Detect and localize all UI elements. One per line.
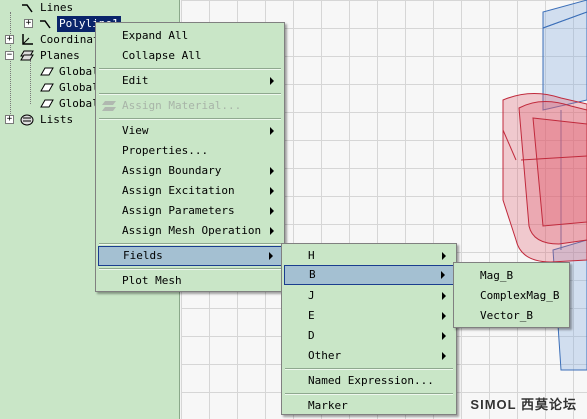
menu-item-label: Marker [308, 399, 348, 412]
tree-node-label: Planes [40, 49, 80, 62]
menu-item-b[interactable]: B [284, 265, 454, 285]
menu-separator [285, 393, 453, 395]
menu-item-other[interactable]: Other [284, 346, 454, 366]
menu-item-d[interactable]: D [284, 326, 454, 346]
line-icon [20, 1, 34, 14]
menu-item-label: Assign Parameters [122, 204, 235, 217]
tree-node-label: Global [59, 97, 99, 110]
tree-node-label: Global [59, 65, 99, 78]
menu-item-label: ComplexMag_B [480, 289, 560, 302]
menu-item-label: Fields [123, 249, 163, 262]
submenu-arrow-icon [269, 252, 273, 260]
menu-separator [99, 268, 281, 270]
menu-item-named-expression[interactable]: Named Expression... [284, 371, 454, 391]
red-coil-object[interactable] [502, 93, 587, 263]
menu-item-label: D [308, 329, 315, 342]
expand-toggle[interactable]: + [5, 115, 14, 124]
submenu-arrow-icon [270, 207, 274, 215]
submenu-arrow-icon [442, 352, 446, 360]
context-menu: Expand All Collapse All Edit Assign Mate… [95, 22, 285, 292]
expand-toggle[interactable]: + [24, 19, 33, 28]
tree-node-label: Lists [40, 113, 74, 126]
menu-item-mag-b[interactable]: Mag_B [456, 266, 567, 286]
menu-item-label: Other [308, 349, 342, 362]
menu-item-label: Properties... [122, 144, 209, 157]
menu-item-assign-excitation[interactable]: Assign Excitation [98, 181, 282, 201]
menu-item-label: Assign Material... [122, 99, 242, 112]
menu-item-vector-b[interactable]: Vector_B [456, 306, 567, 326]
menu-item-label: Collapse All [122, 49, 202, 62]
menu-item-marker[interactable]: Marker [284, 396, 454, 416]
tree-node-label: Lines [40, 1, 74, 14]
menu-item-edit[interactable]: Edit [98, 71, 282, 91]
menu-separator [99, 68, 281, 70]
material-icon [101, 99, 117, 113]
submenu-arrow-icon [270, 187, 274, 195]
menu-item-assign-boundary[interactable]: Assign Boundary [98, 161, 282, 181]
menu-item-assign-mesh-operation[interactable]: Assign Mesh Operation [98, 221, 282, 241]
menu-separator [285, 368, 453, 370]
tree-node-lines[interactable]: Lines [0, 0, 179, 16]
axis-icon [20, 33, 34, 46]
menu-separator [99, 93, 281, 95]
menu-item-label: Edit [122, 74, 149, 87]
submenu-arrow-icon [442, 332, 446, 340]
menu-item-e[interactable]: E [284, 306, 454, 326]
submenu-arrow-icon [270, 227, 274, 235]
menu-item-label: Assign Excitation [122, 184, 235, 197]
submenu-arrow-icon [442, 312, 446, 320]
planes-icon [20, 49, 34, 62]
menu-item-label: View [122, 124, 149, 137]
menu-item-label: J [308, 289, 315, 302]
expand-toggle[interactable]: + [5, 35, 14, 44]
plane-icon [40, 97, 54, 110]
polyline-icon [38, 17, 52, 30]
menu-item-label: Vector_B [480, 309, 533, 322]
tree-node-label: Global [59, 81, 99, 94]
fields-submenu: H B J E D Other Named Expression... Mark… [281, 243, 457, 415]
submenu-arrow-icon [442, 292, 446, 300]
menu-item-h[interactable]: H [284, 246, 454, 266]
menu-item-j[interactable]: J [284, 286, 454, 306]
watermark-cn: 西莫论坛 [520, 397, 577, 412]
menu-item-assign-parameters[interactable]: Assign Parameters [98, 201, 282, 221]
menu-item-properties[interactable]: Properties... [98, 141, 282, 161]
collapse-toggle[interactable]: − [5, 51, 14, 60]
menu-item-label: Assign Boundary [122, 164, 222, 177]
submenu-arrow-icon [270, 127, 274, 135]
menu-item-assign-material: Assign Material... [98, 96, 282, 116]
menu-item-label: Named Expression... [308, 374, 434, 387]
menu-item-label: Plot Mesh [122, 274, 182, 287]
plane-icon [40, 65, 54, 78]
menu-item-collapse-all[interactable]: Collapse All [98, 46, 282, 66]
b-field-submenu: Mag_B ComplexMag_B Vector_B [453, 262, 570, 328]
tree-node-label: Coordinat [40, 33, 100, 46]
forum-watermark: SIMOL 西莫论坛 [470, 394, 577, 413]
menu-item-expand-all[interactable]: Expand All [98, 26, 282, 46]
menu-item-complexmag-b[interactable]: ComplexMag_B [456, 286, 567, 306]
lists-icon [20, 113, 34, 126]
submenu-arrow-icon [441, 271, 445, 279]
menu-item-label: Mag_B [480, 269, 514, 282]
plane-icon [40, 81, 54, 94]
watermark-brand: SIMOL [470, 397, 517, 412]
menu-item-label: H [308, 249, 315, 262]
menu-item-label: Expand All [122, 29, 189, 42]
menu-item-plot-mesh[interactable]: Plot Mesh [98, 271, 282, 291]
submenu-arrow-icon [270, 77, 274, 85]
submenu-arrow-icon [442, 252, 446, 260]
menu-item-view[interactable]: View [98, 121, 282, 141]
menu-item-label: B [309, 268, 316, 281]
menu-item-label: E [308, 309, 315, 322]
menu-item-fields[interactable]: Fields [98, 246, 282, 266]
menu-separator [99, 243, 281, 245]
menu-separator [99, 118, 281, 120]
submenu-arrow-icon [270, 167, 274, 175]
menu-item-label: Assign Mesh Operation [122, 224, 262, 237]
